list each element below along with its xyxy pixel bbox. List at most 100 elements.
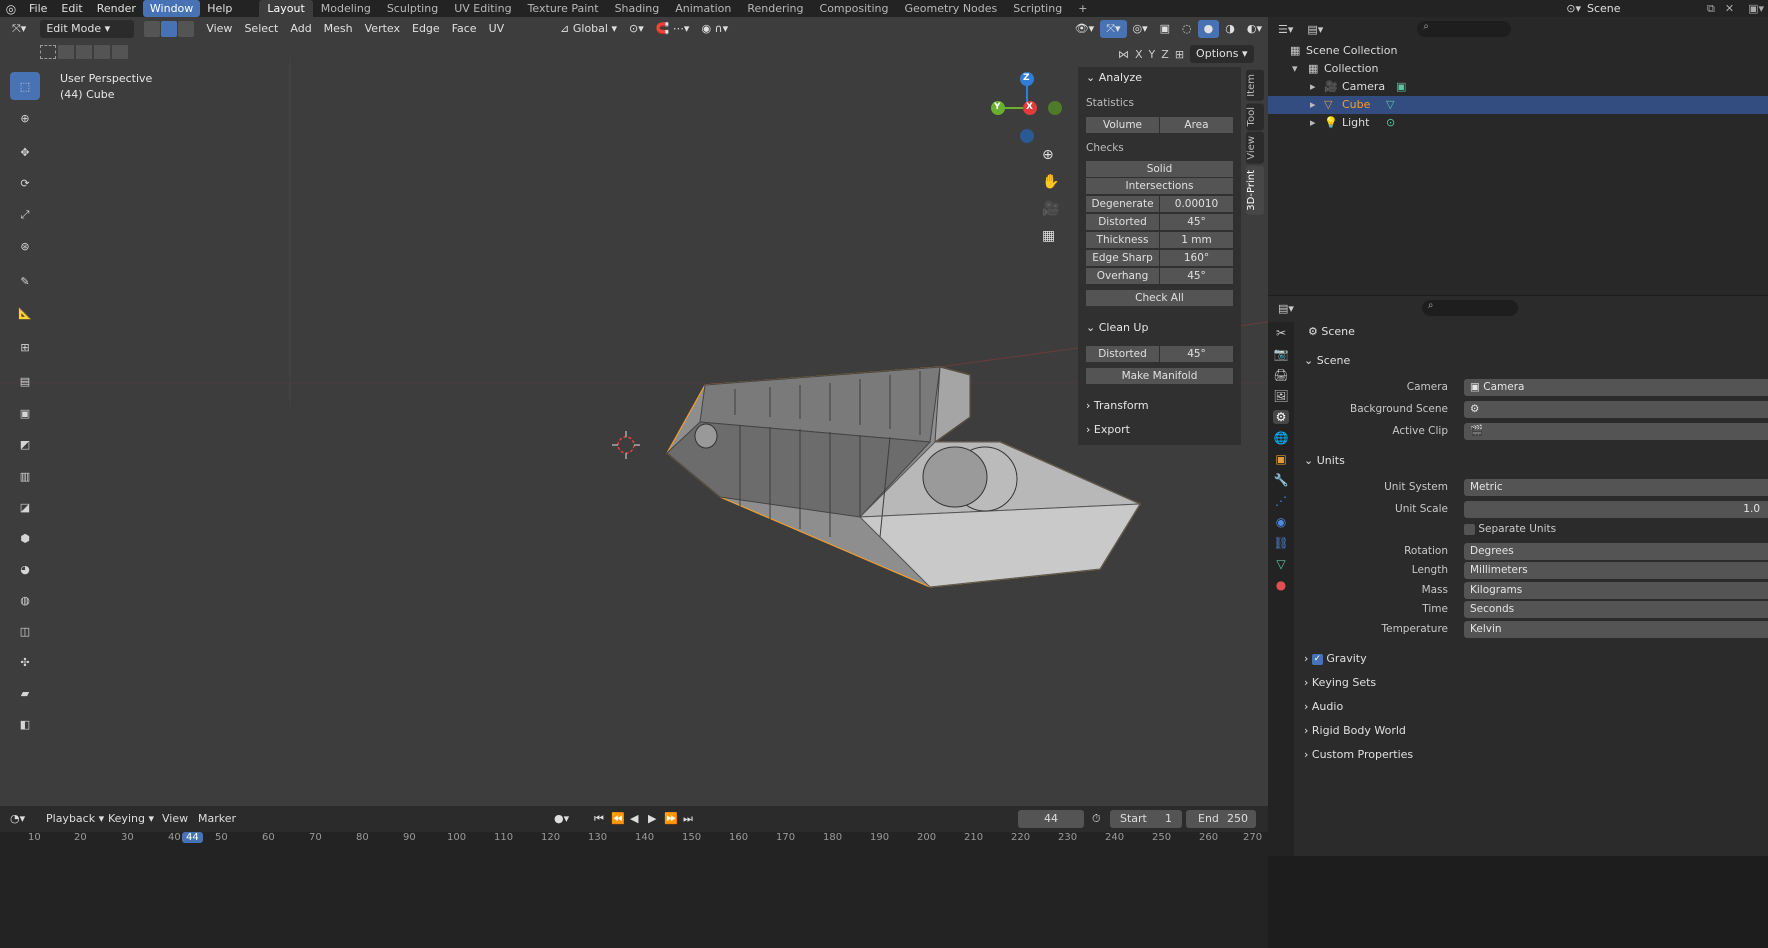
keying-sets-section-header[interactable]: › Keying Sets — [1304, 676, 1376, 689]
outliner-search-input[interactable]: ⌕ — [1417, 21, 1512, 37]
annotate-tool[interactable]: ✎ — [10, 267, 40, 295]
timeline-type-icon[interactable]: ◔▾ — [10, 810, 25, 828]
cleanup-distorted-button[interactable]: Distorted — [1086, 346, 1159, 362]
custom-props-section-header[interactable]: › Custom Properties — [1304, 748, 1413, 761]
pivot-icon[interactable]: ⊙▾ — [623, 20, 650, 38]
menu-render[interactable]: Render — [90, 0, 143, 17]
shrink-fatten-tool[interactable]: ✣ — [10, 648, 40, 676]
clock-icon[interactable]: ⏱ — [1092, 810, 1101, 828]
select-mode-vertex-icon[interactable] — [144, 21, 161, 37]
edge-slide-tool[interactable]: ◫ — [10, 617, 40, 645]
expand-icon[interactable]: ▸ — [1310, 114, 1316, 132]
mesh-data-icon[interactable]: ▽ — [1386, 96, 1394, 114]
prev-keyframe-icon[interactable]: ⏪ — [611, 810, 625, 828]
menu-file[interactable]: File — [22, 0, 54, 17]
properties-search-input[interactable]: ⌕ — [1421, 300, 1518, 316]
keying-menu[interactable]: Keying ▾ — [108, 810, 154, 828]
ortho-grid-icon[interactable]: ▦ — [1042, 228, 1055, 244]
select-new-icon[interactable] — [40, 45, 56, 59]
modifier-tab-icon[interactable]: 🔧 — [1274, 473, 1289, 487]
tab-layout[interactable]: Layout — [259, 0, 313, 17]
tab-texture-paint[interactable]: Texture Paint — [520, 0, 607, 17]
jump-start-icon[interactable]: ⏮ — [594, 810, 604, 828]
distorted-button[interactable]: Distorted — [1086, 214, 1159, 230]
area-button[interactable]: Area — [1160, 117, 1233, 133]
overhang-button[interactable]: Overhang — [1086, 268, 1159, 284]
tab-3d-print[interactable]: 3D-Print — [1246, 165, 1264, 215]
unit-scale-field[interactable]: 1.0 — [1464, 501, 1768, 518]
knife-tool[interactable]: ◪ — [10, 493, 40, 521]
tab-animation[interactable]: Animation — [667, 0, 739, 17]
measure-tool[interactable]: 📐 — [10, 299, 40, 327]
temperature-dropdown[interactable]: Kelvin — [1464, 621, 1768, 638]
camera-data-icon[interactable]: ▣ — [1396, 78, 1406, 96]
bevel-tool[interactable]: ◩ — [10, 430, 40, 458]
expand-icon[interactable]: ▸ — [1310, 96, 1316, 114]
visibility-icon[interactable]: 👁▾ — [1069, 20, 1101, 38]
play-icon[interactable]: ▶ — [648, 810, 656, 828]
copy-scene-icon[interactable]: ⧉ — [1707, 2, 1715, 16]
marker-menu[interactable]: Marker — [198, 810, 236, 828]
pan-hand-icon[interactable]: ✋ — [1042, 174, 1059, 190]
time-dropdown[interactable]: Seconds — [1464, 601, 1768, 618]
smooth-tool[interactable]: ◍ — [10, 586, 40, 614]
solid-shading-icon[interactable]: ● — [1197, 20, 1220, 38]
audio-section-header[interactable]: › Audio — [1304, 700, 1343, 713]
record-icon[interactable]: ●▾ — [554, 810, 569, 828]
scene-section-header[interactable]: ⌄ Scene — [1304, 354, 1350, 367]
mass-dropdown[interactable]: Kilograms — [1464, 582, 1768, 599]
solid-button[interactable]: Solid — [1086, 161, 1233, 177]
transform-header[interactable]: › Transform — [1086, 399, 1149, 412]
background-scene-field[interactable]: ⚙ — [1464, 401, 1768, 418]
object-tab-icon[interactable]: ▣ — [1275, 452, 1286, 466]
volume-button[interactable]: Volume — [1086, 117, 1159, 133]
scene-selector-icon[interactable]: ⊙▾ — [1566, 2, 1581, 15]
tab-shading[interactable]: Shading — [607, 0, 668, 17]
tab-scripting[interactable]: Scripting — [1005, 0, 1070, 17]
camera-view-icon[interactable]: 🎥 — [1042, 201, 1059, 217]
menu-view[interactable]: View — [200, 20, 238, 38]
tab-uv-editing[interactable]: UV Editing — [446, 0, 519, 17]
select-intersect-icon[interactable] — [112, 45, 128, 59]
world-tab-icon[interactable]: 🌐 — [1274, 431, 1289, 445]
rigid-body-section-header[interactable]: › Rigid Body World — [1304, 724, 1406, 737]
gizmo-z-label[interactable]: Z — [1023, 73, 1030, 83]
rotation-dropdown[interactable]: Degrees — [1464, 543, 1768, 560]
jump-end-icon[interactable]: ⏭ — [683, 810, 693, 828]
snap-icon[interactable]: 🧲 ⋯▾ — [650, 20, 696, 38]
menu-add[interactable]: Add — [284, 20, 317, 38]
select-mode-edge-icon[interactable] — [161, 21, 178, 37]
expand-icon[interactable]: ▸ — [1310, 78, 1316, 96]
rendered-shading-icon[interactable]: ◐▾ — [1241, 20, 1268, 38]
mode-dropdown[interactable]: Edit Mode ▾ — [40, 20, 135, 38]
overlay-icon[interactable]: ◎▾ — [1127, 20, 1154, 38]
menu-window[interactable]: Window — [142, 0, 201, 17]
zoom-icon[interactable]: ⊕ — [1042, 147, 1054, 163]
mirror-x[interactable]: X — [1135, 48, 1143, 61]
view-menu[interactable]: View — [162, 810, 188, 828]
mirror-z[interactable]: Z — [1161, 48, 1169, 61]
tab-rendering[interactable]: Rendering — [739, 0, 811, 17]
output-tab-icon[interactable]: 🖨 — [1273, 368, 1288, 382]
outliner-row-collection[interactable]: ▾ ▦ Collection — [1268, 60, 1768, 78]
scene-tab-icon[interactable]: ⚙ — [1272, 410, 1290, 424]
proportional-icon[interactable]: ◉ ∩▾ — [695, 20, 734, 38]
intersections-button[interactable]: Intersections — [1086, 178, 1233, 194]
light-data-icon[interactable]: ⊙ — [1386, 114, 1395, 132]
properties-type-icon[interactable]: ▤▾ — [1278, 302, 1294, 315]
loop-cut-tool[interactable]: ▥ — [10, 462, 40, 490]
current-frame-field[interactable]: 44 — [1018, 810, 1084, 828]
separate-units-checkbox[interactable]: Separate Units — [1464, 523, 1556, 535]
move-tool[interactable]: ✥ — [10, 138, 40, 166]
menu-uv[interactable]: UV — [483, 20, 511, 38]
xray-icon[interactable]: ▣ — [1154, 20, 1176, 38]
rip-region-tool[interactable]: ◧ — [10, 710, 40, 738]
display-mode-icon[interactable]: ▤▾ — [1307, 23, 1323, 36]
select-difference-icon[interactable] — [94, 45, 110, 59]
start-frame-field[interactable]: Start 1 — [1110, 810, 1182, 828]
units-section-header[interactable]: ⌄ Units — [1304, 454, 1345, 467]
material-shading-icon[interactable]: ◑ — [1219, 20, 1241, 38]
data-tab-icon[interactable]: ▽ — [1276, 557, 1285, 571]
mirror-y[interactable]: Y — [1149, 48, 1156, 61]
length-dropdown[interactable]: Millimeters — [1464, 562, 1768, 579]
